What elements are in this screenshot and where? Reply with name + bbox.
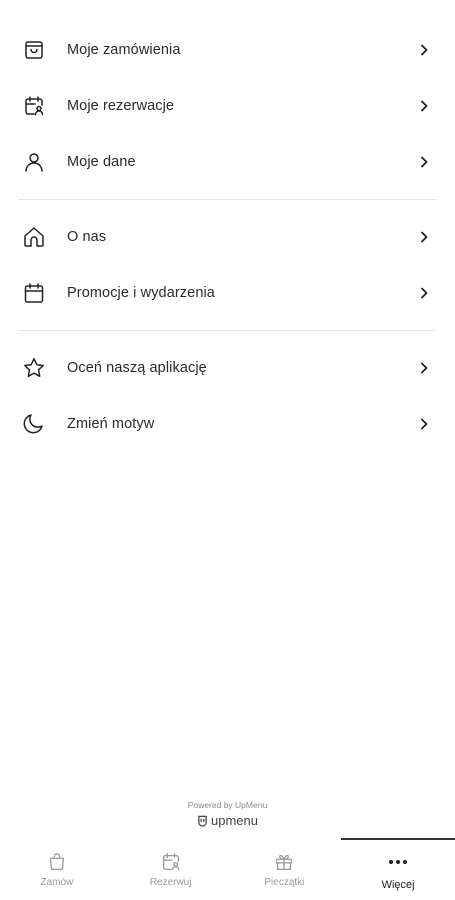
menu-item-promotions-events[interactable]: Promocje i wydarzenia — [0, 265, 455, 321]
home-icon — [21, 224, 47, 250]
menu-item-label: Moje rezerwacje — [67, 98, 175, 114]
menu-item-rate-app[interactable]: Oceń naszą aplikację — [0, 340, 455, 396]
tab-label: Zamów — [40, 877, 74, 888]
menu-item-label: Zmień motyw — [67, 416, 155, 432]
shopping-bag-icon — [49, 853, 64, 870]
menu-item-label: Oceń naszą aplikację — [67, 360, 207, 376]
powered-by-text: Powered by UpMenu — [187, 800, 268, 810]
tab-label: Rezerwuj — [149, 877, 192, 888]
tab-stamps[interactable]: Pieczątki — [228, 838, 342, 900]
divider — [18, 330, 437, 331]
menu-item-my-data[interactable]: Moje dane — [0, 134, 455, 190]
menu-item-label: Promocje i wydarzenia — [67, 285, 215, 301]
menu-item-label: Moje dane — [67, 154, 136, 170]
divider — [18, 199, 437, 200]
menu-item-label: Moje zamówienia — [67, 42, 181, 58]
more-dots-icon — [389, 851, 408, 873]
calendar-user-icon — [162, 853, 180, 871]
tab-label: Więcej — [381, 879, 415, 891]
menu-item-my-reservations[interactable]: Moje rezerwacje — [0, 78, 455, 134]
menu-item-about-us[interactable]: O nas — [0, 209, 455, 265]
upmenu-logo: upmenu — [0, 813, 455, 828]
powered-by-footer: Powered by UpMenu upmenu — [0, 800, 455, 828]
tab-more[interactable]: Więcej — [341, 838, 455, 900]
menu-item-change-theme[interactable]: Zmień motyw — [0, 396, 455, 452]
tab-order[interactable]: Zamów — [0, 838, 114, 900]
more-screen: Moje zamówienia Moje rezerwacje Moje dan… — [0, 0, 455, 900]
user-icon — [21, 149, 47, 175]
chevron-right-icon — [417, 286, 431, 300]
menu-item-my-orders[interactable]: Moje zamówienia — [0, 22, 455, 78]
chevron-right-icon — [417, 155, 431, 169]
shopping-bag-icon — [21, 37, 47, 63]
chevron-right-icon — [417, 99, 431, 113]
upmenu-logo-icon — [198, 815, 207, 827]
chevron-right-icon — [417, 43, 431, 57]
tab-label: Pieczątki — [264, 877, 305, 888]
bottom-tab-bar: Zamów Rezerwuj Pieczątki Więcej — [0, 838, 455, 900]
chevron-right-icon — [417, 361, 431, 375]
gift-icon — [276, 854, 293, 870]
moon-icon — [21, 411, 47, 437]
tab-reserve[interactable]: Rezerwuj — [114, 838, 228, 900]
brand-name: upmenu — [211, 813, 258, 828]
settings-menu: Moje zamówienia Moje rezerwacje Moje dan… — [0, 22, 455, 452]
calendar-icon — [21, 280, 47, 306]
star-icon — [21, 355, 47, 381]
calendar-user-icon — [21, 93, 47, 119]
chevron-right-icon — [417, 230, 431, 244]
chevron-right-icon — [417, 417, 431, 431]
menu-item-label: O nas — [67, 229, 107, 245]
